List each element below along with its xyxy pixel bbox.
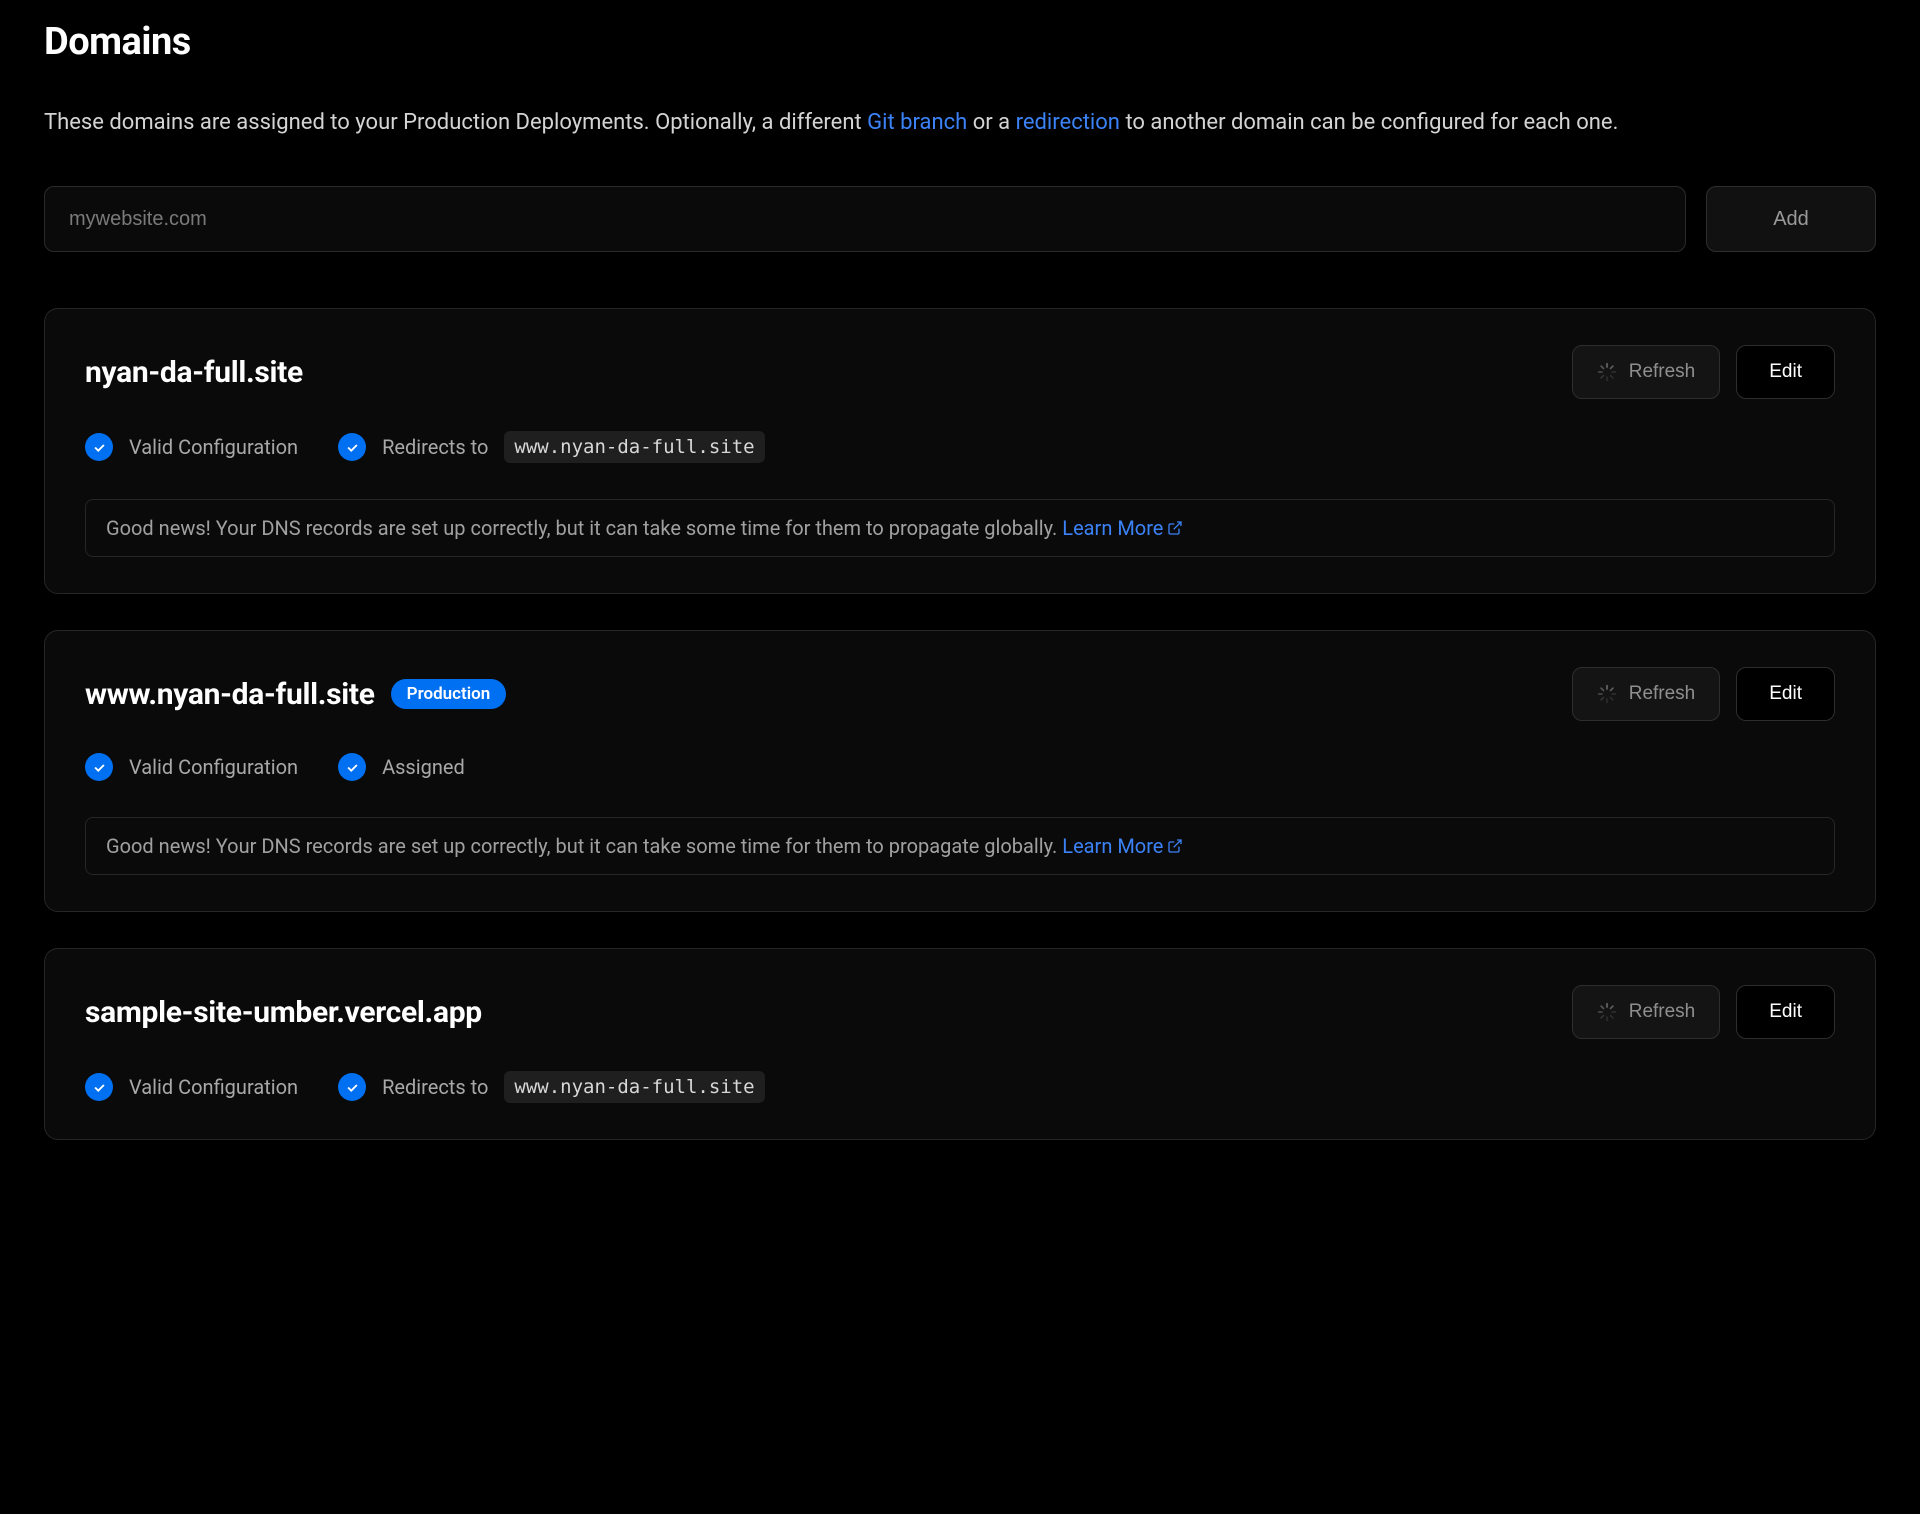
status-row: Valid Configuration Redirects to www.nyan-… — [85, 431, 1835, 463]
status-item: Assigned — [338, 753, 465, 781]
domain-name: sample-site-umber.vercel.app — [85, 995, 482, 1030]
git-branch-link[interactable]: Git branch — [867, 110, 967, 135]
description-text: or a — [973, 110, 1016, 135]
learn-more-label: Learn More — [1062, 834, 1163, 858]
refresh-button[interactable]: Refresh — [1572, 667, 1721, 721]
page-title: Domains — [44, 20, 1876, 64]
learn-more-link[interactable]: Learn More — [1062, 834, 1183, 858]
refresh-label: Refresh — [1629, 683, 1696, 705]
refresh-label: Refresh — [1629, 1001, 1696, 1023]
domain-title-wrap: www.nyan-da-full.site Production — [85, 677, 506, 712]
dns-notice: Good news! Your DNS records are set up c… — [85, 817, 1835, 875]
status-item: Redirects to www.nyan-da-full.site — [338, 431, 765, 463]
domain-card-actions: Refresh Edit — [1572, 985, 1835, 1039]
redirect-target: www.nyan-da-full.site — [504, 1071, 764, 1103]
notice-text: Good news! Your DNS records are set up c… — [106, 516, 1062, 540]
page-description: These domains are assigned to your Produ… — [44, 106, 1844, 140]
domain-card-actions: Refresh Edit — [1572, 667, 1835, 721]
check-icon — [85, 433, 113, 461]
check-icon — [338, 433, 366, 461]
domain-title-wrap: nyan-da-full.site — [85, 355, 303, 390]
description-text: to another domain can be configured for … — [1125, 110, 1618, 135]
status-label: Valid Configuration — [129, 755, 298, 779]
status-item: Redirects to www.nyan-da-full.site — [338, 1071, 765, 1103]
edit-button[interactable]: Edit — [1736, 345, 1835, 399]
check-icon — [85, 1073, 113, 1101]
domain-card: sample-site-umber.vercel.app Refresh Edit V… — [44, 948, 1876, 1140]
add-domain-row: Add — [44, 186, 1876, 252]
status-label: Redirects to — [382, 1075, 488, 1099]
edit-button[interactable]: Edit — [1736, 667, 1835, 721]
status-row: Valid Configuration Assigned — [85, 753, 1835, 781]
domain-card-header: www.nyan-da-full.site Production Refresh Ed… — [85, 667, 1835, 721]
domain-name: nyan-da-full.site — [85, 355, 303, 390]
check-icon — [338, 753, 366, 781]
external-link-icon — [1167, 520, 1183, 536]
production-badge: Production — [391, 679, 507, 709]
status-label: Valid Configuration — [129, 435, 298, 459]
spinner-icon — [1597, 1002, 1617, 1022]
check-icon — [85, 753, 113, 781]
redirect-target: www.nyan-da-full.site — [504, 431, 764, 463]
status-item: Valid Configuration — [85, 753, 298, 781]
domain-title-wrap: sample-site-umber.vercel.app — [85, 995, 482, 1030]
domain-card-actions: Refresh Edit — [1572, 345, 1835, 399]
learn-more-label: Learn More — [1062, 516, 1163, 540]
check-icon — [338, 1073, 366, 1101]
status-item: Valid Configuration — [85, 433, 298, 461]
status-label: Valid Configuration — [129, 1075, 298, 1099]
learn-more-link[interactable]: Learn More — [1062, 516, 1183, 540]
domain-card-header: sample-site-umber.vercel.app Refresh Edit — [85, 985, 1835, 1039]
dns-notice: Good news! Your DNS records are set up c… — [85, 499, 1835, 557]
status-item: Valid Configuration — [85, 1073, 298, 1101]
refresh-button[interactable]: Refresh — [1572, 345, 1721, 399]
domain-card: nyan-da-full.site Refresh Edit Valid Config… — [44, 308, 1876, 594]
spinner-icon — [1597, 362, 1617, 382]
status-label: Assigned — [382, 755, 465, 779]
redirection-link[interactable]: redirection — [1016, 110, 1120, 135]
external-link-icon — [1167, 838, 1183, 854]
status-label: Redirects to — [382, 435, 488, 459]
edit-button[interactable]: Edit — [1736, 985, 1835, 1039]
domain-input[interactable] — [44, 186, 1686, 252]
add-button[interactable]: Add — [1706, 186, 1876, 252]
spinner-icon — [1597, 684, 1617, 704]
description-text: These domains are assigned to your Produ… — [44, 110, 867, 135]
status-row: Valid Configuration Redirects to www.nyan-… — [85, 1071, 1835, 1103]
domain-card: www.nyan-da-full.site Production Refresh Ed… — [44, 630, 1876, 912]
refresh-label: Refresh — [1629, 361, 1696, 383]
domain-name: www.nyan-da-full.site — [85, 677, 375, 712]
domain-card-header: nyan-da-full.site Refresh Edit — [85, 345, 1835, 399]
refresh-button[interactable]: Refresh — [1572, 985, 1721, 1039]
notice-text: Good news! Your DNS records are set up c… — [106, 834, 1062, 858]
